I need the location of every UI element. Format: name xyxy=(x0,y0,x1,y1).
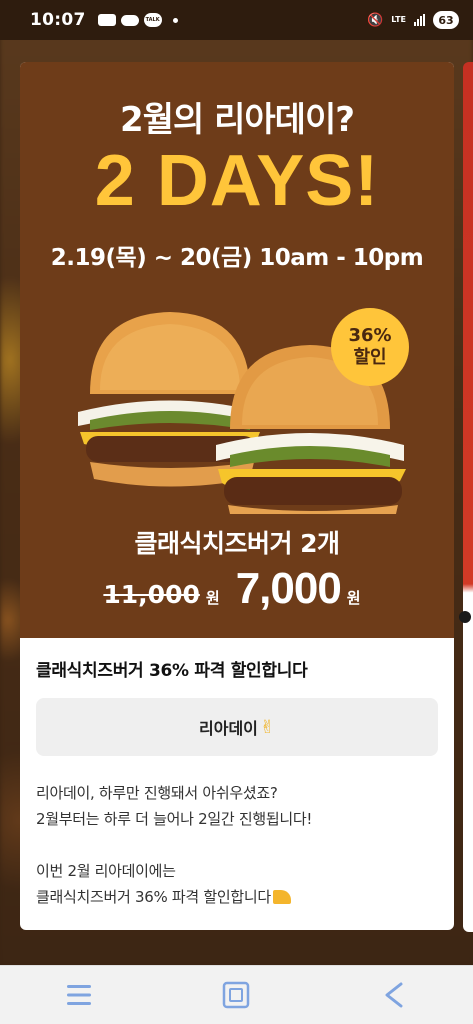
riaday-tag-button[interactable]: 리아데이 ✌ xyxy=(36,698,438,756)
cheese-icon xyxy=(272,890,291,904)
status-bar: 10:07 TALK 🔇 LTE 63 xyxy=(0,0,473,40)
new-price: 7,000 xyxy=(235,564,342,613)
victory-hand-icon: ✌ xyxy=(259,716,275,738)
banner-headline: 2 DAYS! xyxy=(94,141,380,221)
signal-icon xyxy=(414,14,425,26)
discount-badge: 36% 할인 xyxy=(331,308,409,386)
body-line: 이번 2월 리아데이에는 xyxy=(36,862,176,880)
recent-apps-button[interactable] xyxy=(49,975,109,1015)
home-icon xyxy=(223,981,250,1009)
more-notifications-icon xyxy=(172,17,178,23)
navigation-bar xyxy=(0,965,473,1024)
home-button[interactable] xyxy=(206,975,266,1015)
voicemail-icon xyxy=(97,14,116,26)
post-body: 리아데이, 하루만 진행돼서 아쉬우셨죠? 2월부터는 하루 더 늘어나 2일간… xyxy=(36,780,440,910)
new-price-unit: 원 xyxy=(346,589,361,607)
next-card-peek[interactable] xyxy=(463,62,473,932)
notification-icons: TALK xyxy=(97,13,178,27)
banner-product: 클래식치즈버거 2개 xyxy=(134,529,340,558)
old-price: 11,000 xyxy=(103,580,200,609)
body-line: 리아데이, 하루만 진행돼서 아쉬우셨죠? xyxy=(36,784,278,802)
banner-question: 2월의 리아데이? xyxy=(120,100,355,140)
kakaotalk-icon: TALK xyxy=(143,13,162,27)
page-indicator-dot xyxy=(459,611,471,623)
badge-label: 할인 xyxy=(353,347,387,368)
price-row: 11,000 원 7,000 원 xyxy=(20,564,454,614)
mute-icon: 🔇 xyxy=(367,12,384,28)
cloud-icon xyxy=(120,14,139,26)
tag-label: 리아데이 xyxy=(199,719,258,738)
back-button[interactable] xyxy=(364,975,424,1015)
network-type: LTE xyxy=(391,15,406,24)
system-icons: 🔇 LTE 63 xyxy=(367,11,459,29)
badge-percent: 36% xyxy=(348,325,392,346)
post-card[interactable]: 2월의 리아데이? 2 DAYS! 2.19(목) ~ 20(금) 10am -… xyxy=(20,62,454,930)
post-title: 클래식치즈버거 36% 파격 할인합니다 xyxy=(36,661,308,681)
body-line: 클래식치즈버거 36% 파격 할인합니다 xyxy=(36,884,440,910)
battery-icon: 63 xyxy=(433,11,459,29)
old-price-unit: 원 xyxy=(205,589,220,607)
recent-apps-icon xyxy=(66,985,91,1005)
body-line: 2월부터는 하루 더 늘어나 2일간 진행됩니다! xyxy=(36,810,313,828)
promo-banner: 2월의 리아데이? 2 DAYS! 2.19(목) ~ 20(금) 10am -… xyxy=(20,62,454,638)
banner-date-range: 2.19(목) ~ 20(금) 10am - 10pm xyxy=(50,245,424,271)
back-icon xyxy=(385,982,403,1008)
status-time: 10:07 xyxy=(30,10,86,30)
